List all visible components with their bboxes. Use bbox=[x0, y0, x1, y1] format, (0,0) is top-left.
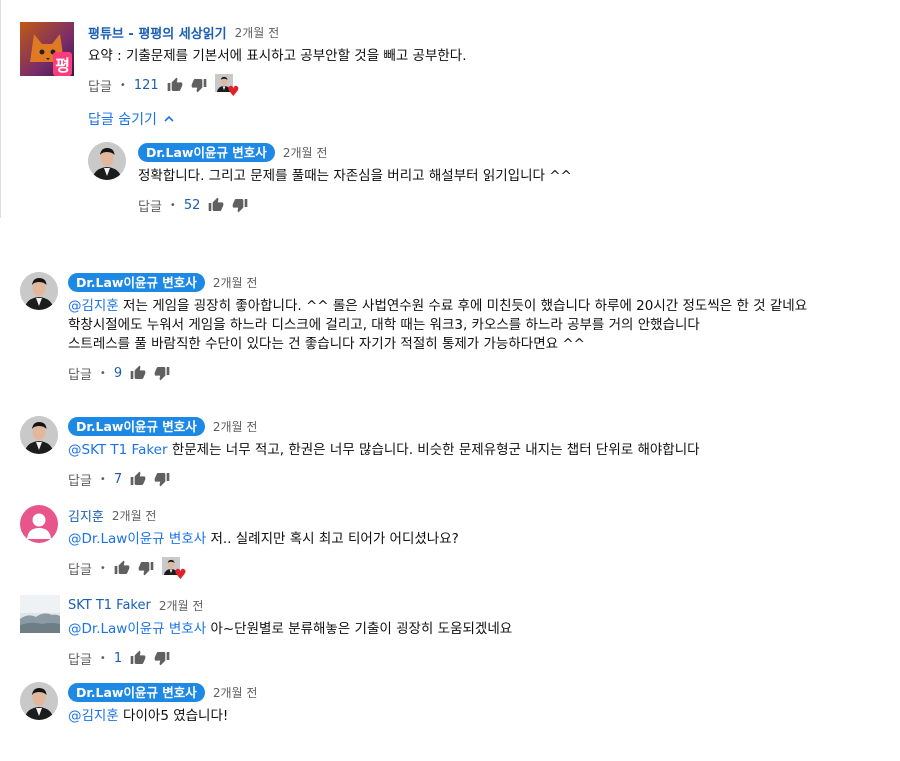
user-avatar[interactable] bbox=[20, 272, 58, 310]
avatar-badge-text: 평 bbox=[53, 52, 72, 76]
comment-item: Dr.Law이윤규 변호사 2개월 전 @SKT T1 Faker 한문제는 너… bbox=[0, 416, 900, 496]
reply-comment: Dr.Law이윤규 변호사 2개월 전 정확합니다. 그리고 문제를 풀때는 자… bbox=[0, 142, 900, 218]
comment-line: 저.. 실례지만 혹시 최고 티어가 어디셨나요? bbox=[206, 531, 459, 547]
comment-item: 김지훈 2개월 전 @Dr.Law이윤규 변호사 저.. 실례지만 혹시 최고 … bbox=[0, 505, 900, 585]
comment-text: @SKT T1 Faker 한문제는 너무 적고, 한권은 너무 많습니다. 비… bbox=[68, 441, 890, 460]
thumbs-down-icon[interactable] bbox=[138, 560, 154, 576]
comment-line: 스트레스를 풀 바람직한 수단이 있다는 건 좋습니다 자기가 적절히 통제가 … bbox=[68, 336, 585, 352]
reply-button[interactable]: 답글 bbox=[68, 559, 92, 578]
comment-time[interactable]: 2개월 전 bbox=[112, 507, 157, 524]
comment-text: @김지훈 저는 게임을 굉장히 좋아합니다. ^^ 롤은 사법연수원 수료 후에… bbox=[68, 297, 888, 354]
user-avatar[interactable] bbox=[20, 416, 58, 454]
landscape-avatar[interactable] bbox=[20, 595, 60, 633]
user-avatar[interactable] bbox=[20, 682, 58, 720]
top-comment: 평 평튜브 - 평평의 세상읽기 2개월 전 요약 : 기출문제를 기본서에 표… bbox=[0, 20, 900, 110]
hide-replies-button[interactable]: 답글 숨기기 bbox=[88, 108, 175, 130]
comment-line: 학창시절에도 누워서 게임을 하느라 디스크에 걸리고, 대학 때는 워크3, … bbox=[68, 317, 700, 333]
comment-text: @Dr.Law이윤규 변호사 저.. 실례지만 혹시 최고 티어가 어디셨나요? bbox=[68, 530, 890, 549]
mention-link[interactable]: @Dr.Law이윤규 변호사 bbox=[68, 621, 206, 637]
creator-author-badge[interactable]: Dr.Law이윤규 변호사 bbox=[138, 142, 275, 162]
like-count: 52 bbox=[183, 197, 201, 213]
thumbs-down-icon[interactable] bbox=[154, 365, 170, 381]
comment-time[interactable]: 2개월 전 bbox=[235, 24, 280, 41]
separator-dot: • bbox=[99, 652, 106, 664]
separator-dot: • bbox=[119, 79, 126, 91]
mention-link[interactable]: @김지훈 bbox=[68, 298, 119, 314]
creator-heart: ♥ bbox=[214, 74, 240, 100]
default-user-avatar[interactable] bbox=[20, 505, 58, 543]
separator-dot: • bbox=[99, 473, 106, 485]
comment-line: 아~단원별로 분류해놓은 기출이 굉장히 도움되겠네요 bbox=[206, 621, 513, 637]
mention-link[interactable]: @Dr.Law이윤규 변호사 bbox=[68, 531, 206, 547]
comment-item: Dr.Law이윤규 변호사 2개월 전 @김지훈 저는 게임을 굉장히 좋아합니… bbox=[0, 272, 900, 402]
reply-button[interactable]: 답글 bbox=[68, 364, 92, 383]
comment-time[interactable]: 2개월 전 bbox=[159, 597, 204, 614]
hide-replies-label: 답글 숨기기 bbox=[88, 112, 157, 128]
reply-button[interactable]: 답글 bbox=[88, 76, 112, 95]
reply-button[interactable]: 답글 bbox=[68, 470, 92, 489]
comment-time[interactable]: 2개월 전 bbox=[283, 144, 328, 161]
thumbs-up-icon[interactable] bbox=[114, 560, 130, 576]
heart-icon: ♥ bbox=[174, 567, 187, 583]
thumbs-up-icon[interactable] bbox=[130, 650, 146, 666]
like-count: 1 bbox=[113, 650, 123, 666]
comment-time[interactable]: 2개월 전 bbox=[213, 274, 258, 291]
creator-author-badge[interactable]: Dr.Law이윤규 변호사 bbox=[68, 272, 205, 292]
like-count: 9 bbox=[113, 365, 123, 381]
separator-dot: • bbox=[99, 367, 106, 379]
comment-author[interactable]: 김지훈 bbox=[68, 506, 104, 525]
thumbs-down-icon[interactable] bbox=[232, 197, 248, 213]
thumbs-down-icon[interactable] bbox=[154, 650, 170, 666]
heart-icon: ♥ bbox=[227, 84, 240, 100]
comment-author[interactable]: 평튜브 - 평평의 세상읽기 bbox=[88, 23, 227, 42]
separator-dot: • bbox=[99, 562, 106, 574]
chevron-up-icon bbox=[164, 115, 174, 122]
comment-line: 저는 게임을 굉장히 좋아합니다. ^^ 롤은 사법연수원 수료 후에 미친듯이… bbox=[118, 298, 808, 314]
thumbs-up-icon[interactable] bbox=[208, 197, 224, 213]
thumbs-up-icon[interactable] bbox=[130, 365, 146, 381]
like-count: 7 bbox=[113, 471, 123, 487]
comment-line: 다이아5 였습니다! bbox=[118, 708, 229, 724]
reply-button[interactable]: 답글 bbox=[68, 649, 92, 668]
thumbs-down-icon[interactable] bbox=[154, 471, 170, 487]
comment-text: 요약 : 기출문제를 기본서에 표시하고 공부안할 것을 빼고 공부한다. bbox=[88, 48, 467, 64]
creator-author-badge[interactable]: Dr.Law이윤규 변호사 bbox=[68, 416, 205, 436]
comment-item: Dr.Law이윤규 변호사 2개월 전 @김지훈 다이아5 였습니다! bbox=[0, 682, 900, 742]
creator-heart: ♥ bbox=[161, 557, 187, 583]
comment-text: @Dr.Law이윤규 변호사 아~단원별로 분류해놓은 기출이 굉장히 도움되겠… bbox=[68, 620, 890, 639]
comment-item: SKT T1 Faker 2개월 전 @Dr.Law이윤규 변호사 아~단원별로… bbox=[0, 595, 900, 670]
comment-time[interactable]: 2개월 전 bbox=[213, 684, 258, 701]
like-count: 121 bbox=[133, 77, 159, 93]
comment-line: 한문제는 너무 적고, 한권은 너무 많습니다. 비슷한 문제유형군 내지는 챕… bbox=[167, 442, 700, 458]
creator-author-badge[interactable]: Dr.Law이윤규 변호사 bbox=[68, 682, 205, 702]
reply-button[interactable]: 답글 bbox=[138, 196, 162, 215]
mention-link[interactable]: @김지훈 bbox=[68, 708, 119, 724]
thumbs-down-icon[interactable] bbox=[191, 77, 207, 93]
thumbs-up-icon[interactable] bbox=[130, 471, 146, 487]
channel-avatar[interactable]: 평 bbox=[20, 22, 74, 76]
user-avatar[interactable] bbox=[88, 142, 126, 180]
thumbs-up-icon[interactable] bbox=[167, 77, 183, 93]
comment-text: @김지훈 다이아5 였습니다! bbox=[68, 707, 890, 726]
comment-text: 정확합니다. 그리고 문제를 풀때는 자존심을 버리고 해설부터 읽기입니다 ^… bbox=[138, 168, 572, 184]
separator-dot: • bbox=[169, 199, 176, 211]
comment-time[interactable]: 2개월 전 bbox=[213, 418, 258, 435]
comment-author[interactable]: SKT T1 Faker bbox=[68, 598, 151, 613]
mention-link[interactable]: @SKT T1 Faker bbox=[68, 442, 168, 458]
